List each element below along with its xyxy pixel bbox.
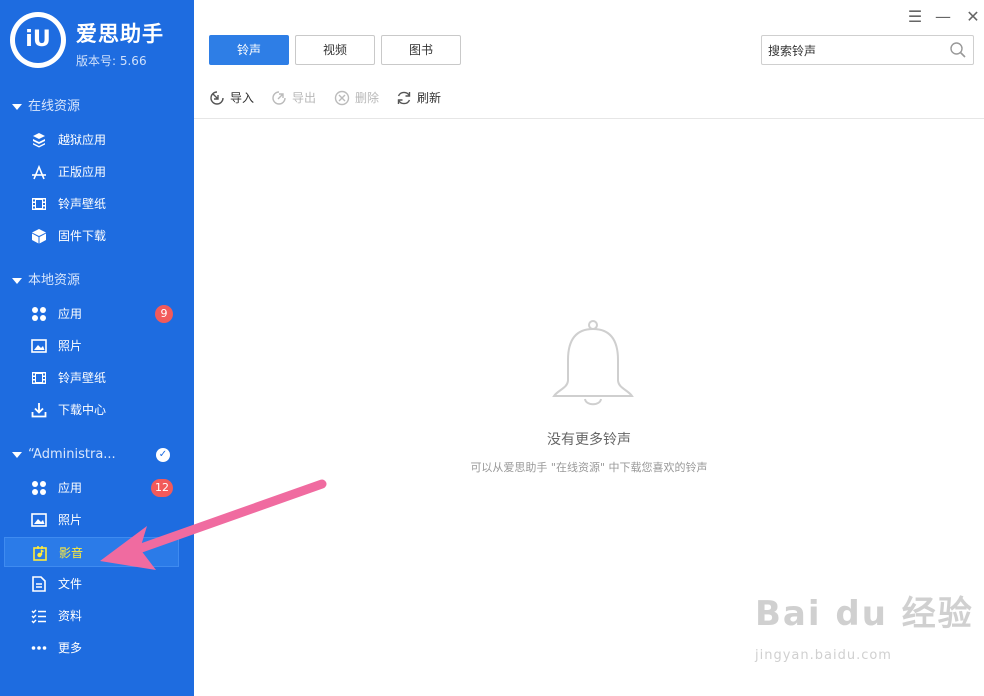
group-title-label: “Administra... bbox=[28, 447, 116, 462]
tab-ringtones[interactable]: 铃声 bbox=[209, 35, 289, 65]
refresh-label: 刷新 bbox=[417, 91, 442, 105]
search-box bbox=[761, 35, 974, 65]
sidebar-item-label: 应用 bbox=[58, 307, 83, 321]
photo-icon bbox=[31, 513, 47, 527]
box-stack-icon bbox=[33, 133, 45, 148]
search-input[interactable] bbox=[768, 42, 948, 60]
sidebar-item-files[interactable]: 文件 bbox=[4, 569, 179, 599]
import-button[interactable]: 导入 bbox=[208, 88, 254, 108]
check-circle-icon: ✓ bbox=[156, 448, 170, 462]
sidebar-item-local-photos[interactable]: 照片 bbox=[4, 331, 179, 361]
sidebar-item-label: 铃声壁纸 bbox=[58, 371, 107, 385]
caret-down-icon bbox=[12, 451, 22, 458]
sidebar: iU 爱思助手 版本号: 5.66 在线资源 越狱应用 正版应用 铃声壁纸 固件… bbox=[0, 0, 194, 696]
refresh-icon bbox=[397, 91, 411, 105]
sidebar-item-data[interactable]: 资料 bbox=[4, 601, 179, 631]
apps-grid-icon bbox=[32, 307, 46, 321]
import-icon bbox=[210, 91, 224, 105]
toolbar-divider bbox=[194, 118, 984, 119]
app-logo: iU bbox=[10, 12, 66, 68]
app-store-icon bbox=[32, 164, 46, 180]
group-title-label: 本地资源 bbox=[28, 273, 81, 288]
menu-icon[interactable]: ☰ bbox=[906, 8, 924, 26]
photo-icon bbox=[31, 339, 47, 353]
file-icon bbox=[32, 576, 46, 592]
import-label: 导入 bbox=[230, 91, 255, 105]
export-icon bbox=[272, 91, 286, 105]
minimize-icon[interactable]: — bbox=[934, 8, 952, 26]
sidebar-item-jailbreak-apps[interactable]: 越狱应用 bbox=[4, 125, 179, 155]
app-version: 版本号: 5.66 bbox=[76, 54, 147, 68]
sidebar-item-label: 影音 bbox=[59, 546, 84, 560]
cube-icon bbox=[32, 229, 46, 244]
tab-videos[interactable]: 视频 bbox=[295, 35, 375, 65]
film-strip-icon bbox=[32, 198, 46, 210]
logo-mark: iU bbox=[15, 17, 61, 63]
more-dots-icon bbox=[31, 646, 47, 650]
group-local-resources[interactable]: 本地资源 bbox=[0, 269, 194, 293]
sidebar-item-genuine-apps[interactable]: 正版应用 bbox=[4, 157, 179, 187]
app-name: 爱思助手 bbox=[76, 22, 164, 46]
apps-grid-icon bbox=[32, 481, 46, 495]
group-title-label: 在线资源 bbox=[28, 99, 81, 114]
empty-state-title: 没有更多铃声 bbox=[547, 432, 631, 448]
film-strip-icon bbox=[32, 372, 46, 384]
sidebar-item-label: 铃声壁纸 bbox=[58, 197, 107, 211]
delete-icon bbox=[334, 90, 350, 106]
count-badge: 12 bbox=[151, 479, 173, 497]
sidebar-item-local-apps[interactable]: 应用 9 bbox=[4, 299, 179, 329]
sidebar-item-label: 下载中心 bbox=[58, 403, 107, 417]
group-online-resources[interactable]: 在线资源 bbox=[0, 95, 194, 119]
refresh-button[interactable]: 刷新 bbox=[395, 88, 441, 108]
sidebar-item-download-center[interactable]: 下载中心 bbox=[4, 395, 179, 425]
empty-state-subtitle: 可以从爱思助手 "在线资源" 中下载您喜欢的铃声 bbox=[470, 461, 708, 474]
sidebar-item-label: 照片 bbox=[58, 513, 83, 527]
sidebar-item-label: 文件 bbox=[58, 577, 83, 591]
bell-icon bbox=[552, 320, 634, 406]
sidebar-item-firmware-download[interactable]: 固件下载 bbox=[4, 221, 179, 251]
media-icon bbox=[33, 546, 47, 561]
sidebar-item-label: 正版应用 bbox=[58, 165, 107, 179]
sidebar-item-label: 资料 bbox=[58, 609, 83, 623]
sidebar-item-device-photos[interactable]: 照片 bbox=[4, 505, 179, 535]
tab-books[interactable]: 图书 bbox=[381, 35, 461, 65]
sidebar-item-more[interactable]: 更多 bbox=[4, 633, 179, 663]
watermark: Bai du 经验 jingyan.baidu.com bbox=[755, 586, 974, 663]
search-icon[interactable] bbox=[949, 41, 967, 59]
group-device[interactable]: “Administra... ✓ bbox=[0, 443, 194, 467]
export-button[interactable]: 导出 bbox=[270, 88, 316, 108]
download-icon bbox=[31, 403, 47, 418]
sidebar-item-ringtones-wallpapers[interactable]: 铃声壁纸 bbox=[4, 189, 179, 219]
sidebar-item-media[interactable]: 影音 bbox=[4, 537, 179, 567]
sidebar-item-label: 固件下载 bbox=[58, 229, 107, 243]
sidebar-item-label: 更多 bbox=[58, 641, 83, 655]
caret-down-icon bbox=[12, 277, 22, 284]
sidebar-item-label: 越狱应用 bbox=[58, 133, 107, 147]
caret-down-icon bbox=[12, 103, 22, 110]
sidebar-item-device-apps[interactable]: 应用 12 bbox=[4, 473, 179, 503]
sidebar-item-label: 照片 bbox=[58, 339, 83, 353]
watermark-main: Bai du 经验 bbox=[755, 594, 974, 634]
export-label: 导出 bbox=[292, 91, 317, 105]
delete-button[interactable]: 删除 bbox=[333, 88, 379, 108]
sidebar-item-local-ringtones[interactable]: 铃声壁纸 bbox=[4, 363, 179, 393]
count-badge: 9 bbox=[155, 305, 173, 323]
close-icon[interactable]: ✕ bbox=[964, 8, 982, 26]
watermark-url: jingyan.baidu.com bbox=[755, 648, 892, 663]
delete-label: 删除 bbox=[355, 91, 380, 105]
sidebar-item-label: 应用 bbox=[58, 481, 83, 495]
checklist-icon bbox=[31, 609, 46, 624]
